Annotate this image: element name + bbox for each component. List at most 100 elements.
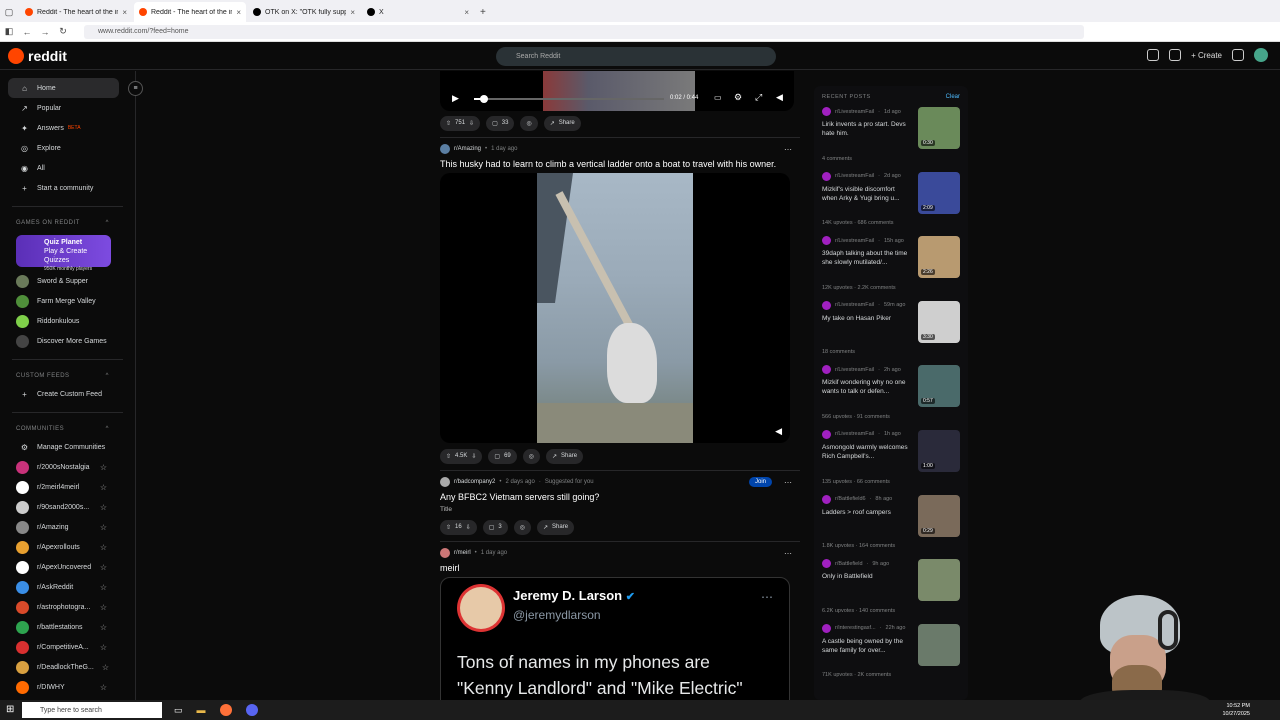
more-options-icon[interactable]: ⋯ [784, 478, 792, 487]
windows-start-icon[interactable]: ⊞ [6, 704, 14, 715]
user-avatar[interactable] [1254, 48, 1268, 62]
url-field[interactable]: www.reddit.com/?feed=home [84, 24, 1084, 39]
recent-post-title[interactable]: My take on Hasan Piker [822, 314, 912, 323]
sidebar-toggle-icon[interactable]: ▢ [0, 2, 18, 22]
firefox-icon[interactable] [219, 704, 232, 716]
recent-post-thumbnail[interactable] [918, 559, 960, 602]
star-icon[interactable]: ☆ [100, 603, 107, 612]
sidebar-community-item[interactable]: r/2meirl4meirl ☆ [0, 477, 135, 497]
more-options-icon[interactable]: ⋯ [784, 549, 792, 558]
vote-pill[interactable]: ⇧ 16 ⇩ [440, 519, 477, 535]
recent-post-item[interactable]: r/LivestreamFail · 2h ago Mizkif wondering … [822, 365, 960, 430]
recent-post-thumbnail[interactable]: 0:29 [918, 494, 960, 537]
sidebar-community-item[interactable]: r/AskReddit ☆ [0, 577, 135, 597]
tweet-image[interactable]: Jeremy D. Larson ✔ @jeremydlarson ⋯ Tons… [440, 577, 790, 700]
chat-icon[interactable] [1169, 49, 1182, 61]
comments-button[interactable]: ▢ 33 [486, 115, 515, 131]
star-icon[interactable]: ☆ [100, 583, 107, 592]
award-button[interactable]: ◎ [520, 115, 538, 131]
seek-bar[interactable] [474, 95, 664, 103]
captions-icon[interactable]: ▭ [714, 93, 722, 102]
subreddit-name[interactable]: r/meirl [454, 550, 471, 556]
post-card[interactable]: r/badcompany2 • 2 days ago · Suggested for y… [440, 475, 800, 535]
recent-post-item[interactable]: r/Battlefield6 · 8h ago Ladders > roof camp… [822, 494, 960, 560]
forward-icon[interactable]: → [36, 27, 54, 37]
sidebar-community-item[interactable]: r/CompetitiveA... ☆ [0, 637, 135, 657]
star-icon[interactable]: ☆ [100, 543, 107, 552]
upvote-icon[interactable]: ⇧ [446, 120, 451, 127]
recent-post-item[interactable]: r/LivestreamFail · 1d ago Lirik invents a p… [822, 107, 960, 172]
system-clock[interactable]: 10:52 PM 10/27/2025 [1222, 702, 1250, 718]
downvote-icon[interactable]: ⇩ [469, 120, 474, 127]
sidebar-item-home[interactable]: ⌂ Home [8, 78, 119, 98]
post-title[interactable]: meirl [440, 563, 800, 573]
sidebar-community-item[interactable]: r/battlestations ☆ [0, 617, 135, 637]
sidebar-item-start-a-community[interactable]: + Start a community [0, 178, 135, 198]
settings-icon[interactable]: ⚙ [734, 92, 742, 103]
create-custom-feed[interactable]: + Create Custom Feed [0, 384, 135, 404]
communities-heading[interactable]: COMMUNITIES ^ [0, 421, 135, 437]
downvote-icon[interactable]: ⇩ [471, 453, 476, 460]
more-options-icon[interactable]: ⋯ [784, 145, 792, 154]
play-icon[interactable]: ▶ [452, 93, 459, 104]
quiz-planet-banner[interactable]: Quiz Planet Play & Create Quizzes 950K m… [16, 235, 111, 272]
recent-post-title[interactable]: Mizkif wondering why no one wants to tal… [822, 378, 912, 396]
post-title[interactable]: This husky had to learn to climb a verti… [440, 159, 800, 169]
fullscreen-icon[interactable]: ⤢ [755, 92, 762, 103]
star-icon[interactable]: ☆ [100, 683, 107, 692]
sidebar-game-item[interactable]: Sword & Supper [0, 271, 135, 291]
vote-pill[interactable]: ⇧ 751 ⇩ [440, 115, 481, 131]
custom-feeds-heading[interactable]: CUSTOM FEEDS ^ [0, 368, 135, 384]
join-button[interactable]: Join [748, 477, 772, 487]
recent-post-item[interactable]: r/LivestreamFail · 15h ago 39daph talking a… [822, 236, 960, 301]
games-heading[interactable]: GAMES ON REDDIT ^ [0, 215, 135, 231]
task-view-icon[interactable]: ▭ [174, 705, 183, 716]
close-icon[interactable]: × [122, 8, 127, 17]
recent-post-thumbnail[interactable]: 3:30 [918, 300, 960, 343]
taskbar-search-input[interactable]: Type here to search [22, 702, 162, 718]
star-icon[interactable]: ☆ [100, 623, 107, 632]
recent-post-thumbnail[interactable] [918, 623, 960, 666]
share-button[interactable]: ↗ Share [546, 448, 584, 464]
share-button[interactable]: ↗ Share [543, 115, 581, 131]
discord-icon[interactable] [245, 704, 258, 716]
recent-post-thumbnail[interactable]: 0:57 [918, 365, 960, 408]
sidebar-game-item[interactable]: Discover More Games [0, 331, 135, 351]
award-button[interactable]: ◎ [522, 448, 541, 464]
recent-post-title[interactable]: 39daph talking about the time she slowly… [822, 249, 912, 267]
share-button[interactable]: ↗ Share [537, 519, 575, 535]
post-card[interactable]: r/Amazing • 1 day ago ⋯ This husky had to l… [440, 142, 800, 464]
star-icon[interactable]: ☆ [100, 523, 107, 532]
collapse-sidebar-button[interactable]: ≡ [128, 81, 143, 96]
comments-button[interactable]: ▢ 69 [488, 448, 517, 464]
sidebar-item-popular[interactable]: ↗ Popular [0, 98, 135, 118]
manage-communities[interactable]: ⚙ Manage Communities [0, 437, 135, 457]
browser-tab[interactable]: OTK on X: "OTK fully supports c× [248, 2, 360, 22]
create-button[interactable]: + Create [1191, 51, 1222, 60]
sidebar-community-item[interactable]: r/DIWHY ☆ [0, 677, 135, 697]
sidebar-game-item[interactable]: Riddonkulous [0, 311, 135, 331]
sidebar-community-item[interactable]: r/2000sNostalgia ☆ [0, 457, 135, 477]
recent-post-title[interactable]: Asmongold warmly welcomes Rich Campbell'… [822, 443, 912, 461]
subreddit-name[interactable]: r/badcompany2 [454, 479, 495, 485]
post-title[interactable]: Any BFBC2 Vietnam servers still going? [440, 492, 800, 502]
file-explorer-icon[interactable]: ▬ [197, 705, 206, 715]
reddit-logo[interactable]: reddit [8, 47, 67, 64]
post-video[interactable]: ◀ [440, 173, 790, 443]
sidebar-community-item[interactable]: r/astrophotogra... ☆ [0, 597, 135, 617]
sidebar-community-item[interactable]: r/Apexrollouts ☆ [0, 537, 135, 557]
upvote-icon[interactable]: ⇧ [446, 524, 451, 531]
sidebar-community-item[interactable]: r/DeadlockTheG... ☆ [0, 657, 135, 677]
volume-icon[interactable]: ◀ [776, 92, 783, 103]
star-icon[interactable]: ☆ [100, 463, 107, 472]
back-icon[interactable]: ← [18, 27, 36, 37]
ads-icon[interactable] [1147, 49, 1160, 61]
recent-post-title[interactable]: Ladders > roof campers [822, 508, 912, 517]
search-input[interactable]: Search Reddit [496, 47, 776, 66]
recent-post-item[interactable]: r/LivestreamFail · 1h ago Asmongold warmly … [822, 429, 960, 495]
recent-post-title[interactable]: Only in Battlefield [822, 572, 912, 581]
vote-pill[interactable]: ⇧ 4.5K ⇩ [440, 448, 483, 464]
subreddit-name[interactable]: r/Amazing [454, 146, 481, 152]
close-icon[interactable]: × [464, 8, 469, 17]
recent-post-title[interactable]: Mizkif's visible discomfort when Arky & … [822, 185, 912, 203]
